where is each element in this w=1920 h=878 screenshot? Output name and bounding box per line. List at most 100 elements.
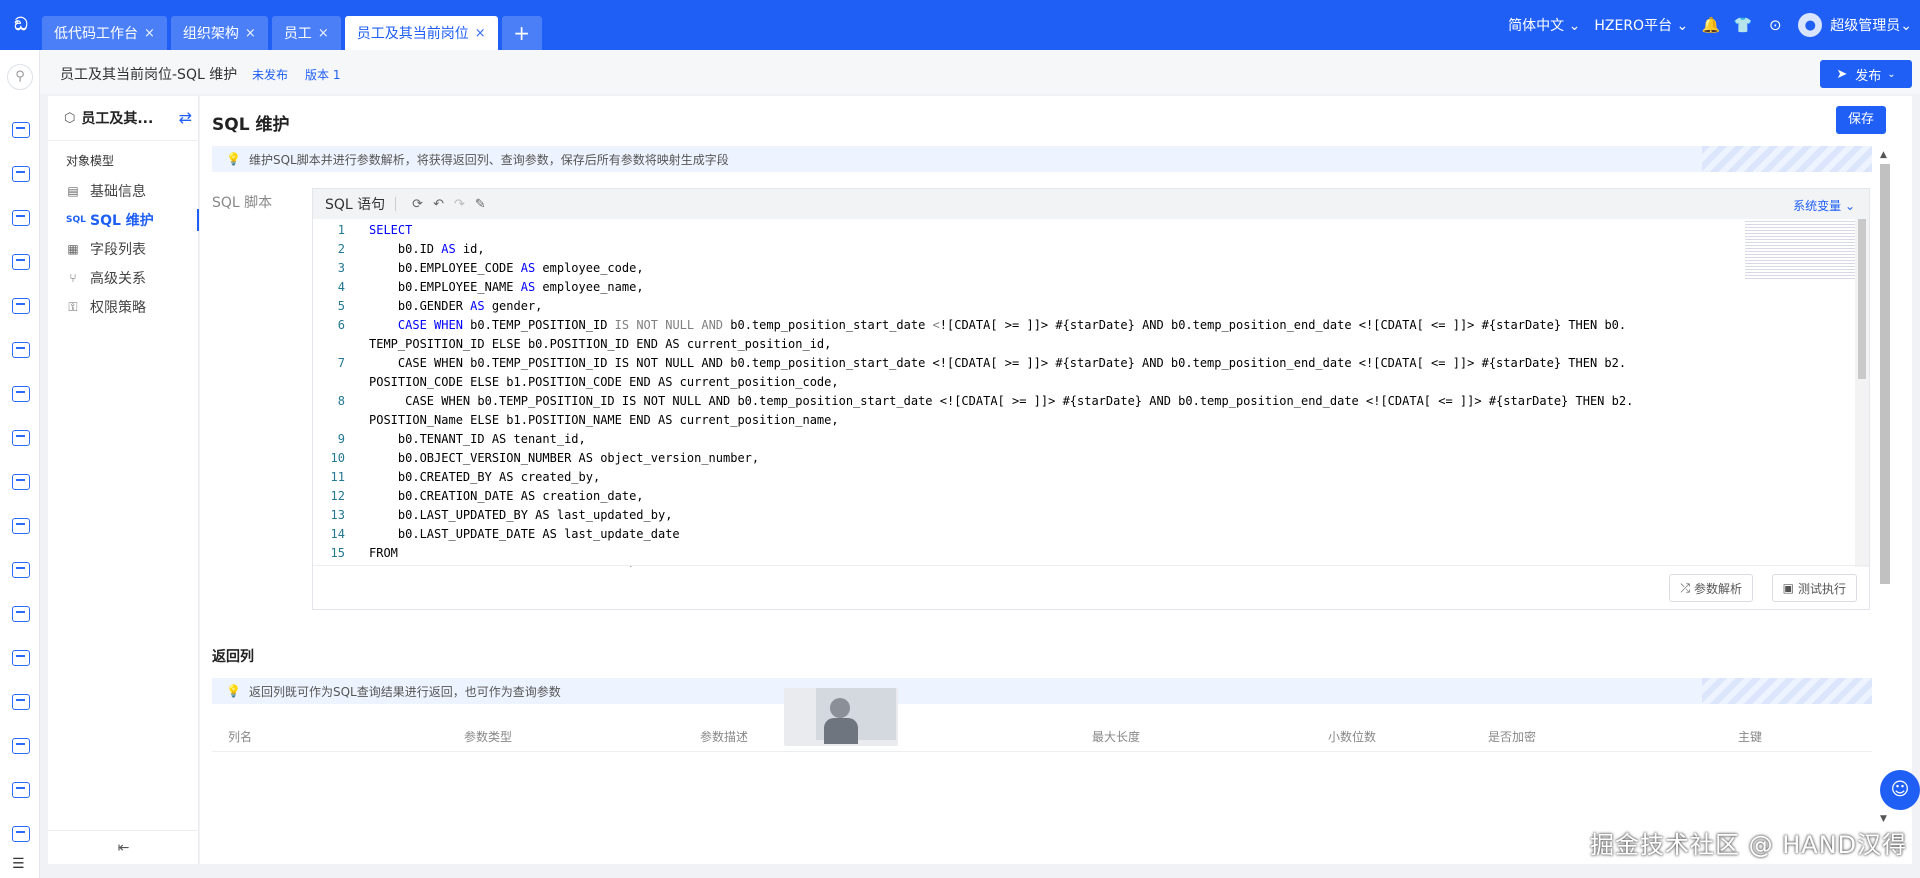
close-icon[interactable]: × — [475, 26, 486, 41]
sidebar-item-relations[interactable]: ⑂ 高级关系 — [66, 267, 199, 289]
menu-export-icon[interactable] — [12, 518, 30, 534]
language-switcher[interactable]: 简体中文 ⌄ — [1508, 15, 1580, 35]
return-columns-title: 返回列 — [212, 649, 254, 665]
close-icon[interactable]: × — [245, 26, 256, 41]
code-text: TEMP_POSITION_ID ELSE b0.POSITION_ID END… — [369, 337, 832, 351]
app-logo-icon[interactable]: ඞ — [8, 12, 34, 38]
menu-monitor-icon[interactable] — [12, 782, 30, 798]
code-text: b0.OBJECT_VERSION_NUMBER AS object_versi… — [369, 451, 760, 465]
code-line[interactable]: 12 b0.CREATION_DATE AS creation_date, — [313, 487, 1857, 506]
sidebar-item-fields[interactable]: ▦ 字段列表 — [66, 238, 199, 260]
section-title: SQL 维护 — [212, 115, 290, 135]
menu-image-icon[interactable] — [12, 694, 30, 710]
code-line[interactable]: 7 CASE WHEN b0.TEMP_POSITION_ID IS NOT N… — [313, 354, 1857, 373]
code-line[interactable]: 2 b0.ID AS id, — [313, 240, 1857, 259]
parse-params-button[interactable]: ⤮ 参数解析 — [1669, 574, 1753, 602]
code-text: CASE WHEN b0.TEMP_POSITION_ID IS NOT NUL… — [369, 394, 1634, 408]
code-line[interactable]: 13 b0.LAST_UPDATED_BY AS last_updated_by… — [313, 506, 1857, 525]
menu-camera-icon[interactable] — [12, 342, 30, 358]
tab-org-structure[interactable]: 组织架构 × — [170, 16, 268, 50]
sidebar-item-basic-info[interactable]: ▤ 基础信息 — [66, 180, 199, 202]
bell-icon[interactable]: 🔔 — [1702, 16, 1721, 34]
play-circle-icon[interactable]: ⊙ — [1766, 16, 1784, 34]
menu-mail-icon[interactable] — [12, 298, 30, 314]
tab-lowcode-workbench[interactable]: 低代码工作台 × — [42, 16, 167, 50]
code-line[interactable]: 15 FROM — [313, 544, 1857, 563]
scroll-down-icon[interactable]: ▼ — [1880, 814, 1887, 824]
menu-model-icon[interactable] — [12, 166, 30, 182]
code-area[interactable]: 1 SELECT 2 b0.ID AS id, 3 b0.EMPLOYEE_CODE … — [313, 219, 1857, 567]
menu-form-icon[interactable] — [12, 430, 30, 446]
format-wand-icon[interactable]: ✎ — [475, 197, 486, 212]
refresh-icon[interactable]: ⟳ — [412, 197, 423, 212]
line-number: 8 — [337, 394, 345, 408]
sidebar-item-permissions[interactable]: ⚿ 权限策略 — [66, 296, 199, 318]
page-scrollbar[interactable]: ▲ ▼ — [1878, 150, 1892, 830]
publish-button[interactable]: ➤ 发布 ⌄ — [1820, 60, 1912, 88]
code-text: b0.EMPLOYEE_CODE AS employee_code, — [369, 261, 644, 275]
close-icon[interactable]: × — [318, 26, 329, 41]
code-line[interactable]: 8 CASE WHEN b0.TEMP_POSITION_ID IS NOT N… — [313, 392, 1857, 411]
code-line[interactable]: 4 b0.EMPLOYEE_NAME AS employee_name, — [313, 278, 1857, 297]
code-line[interactable]: 1 SELECT — [313, 221, 1857, 240]
col-param-type: 参数类型 — [464, 730, 513, 744]
code-text: b0.CREATION_DATE AS creation_date, — [369, 489, 644, 503]
platform-switcher[interactable]: HZERO平台 ⌄ — [1594, 15, 1688, 35]
user-menu[interactable]: 超级管理员⌄ — [1830, 15, 1912, 35]
code-line[interactable]: 10 b0.OBJECT_VERSION_NUMBER AS object_ve… — [313, 449, 1857, 468]
menu-doc-icon[interactable] — [12, 826, 30, 842]
menu-flow-icon[interactable] — [12, 386, 30, 402]
menu-grid-icon[interactable] — [12, 122, 30, 138]
shuffle-icon: ⤮ — [1680, 580, 1690, 595]
scroll-up-icon[interactable]: ▲ — [1880, 150, 1887, 160]
sidebar-item-sql[interactable]: SQL SQL 维护 — [66, 209, 199, 231]
send-icon: ➤ — [1836, 66, 1848, 82]
version-badge[interactable]: 版本 1 — [305, 66, 340, 83]
avatar[interactable]: ● — [1798, 13, 1823, 37]
page-title: 员工及其当前岗位-SQL 维护 — [60, 67, 238, 83]
menu-calendar-icon[interactable] — [12, 210, 30, 226]
code-text: b0.GENDER AS gender, — [369, 299, 543, 313]
code-line[interactable]: POSITION_CODE ELSE b1.POSITION_CODE END … — [313, 373, 1857, 392]
collapse-panel-icon[interactable]: ⇤ — [48, 830, 199, 864]
menu-tree-icon[interactable] — [12, 606, 30, 622]
code-line[interactable]: 11 b0.CREATED_BY AS created_by, — [313, 468, 1857, 487]
cube-icon: ⬡ — [64, 110, 76, 126]
test-run-button[interactable]: ▣ 测试执行 — [1771, 574, 1857, 602]
line-number: 6 — [337, 318, 345, 332]
redo-icon[interactable]: ↷ — [454, 197, 465, 212]
code-text: b0.CREATED_BY AS created_by, — [369, 470, 601, 484]
code-line[interactable]: 14 b0.LAST_UPDATE_DATE AS last_update_da… — [313, 525, 1857, 544]
divider — [48, 140, 199, 141]
watermark: 掘金技术社区 @ HAND汉得 — [1590, 831, 1908, 859]
code-line[interactable]: TEMP_POSITION_ID ELSE b0.POSITION_ID END… — [313, 335, 1857, 354]
code-line[interactable]: 3 b0.EMPLOYEE_CODE AS employee_code, — [313, 259, 1857, 278]
search-icon[interactable]: ⚲ — [7, 64, 33, 90]
chat-assistant-icon[interactable]: ☺ — [1880, 770, 1920, 810]
col-encrypted: 是否加密 — [1488, 730, 1537, 744]
menu-cloud-icon[interactable] — [12, 738, 30, 754]
close-icon[interactable]: × — [144, 26, 155, 41]
code-minimap[interactable] — [1745, 221, 1855, 281]
menu-card-icon[interactable] — [12, 474, 30, 490]
switch-icon[interactable]: ⇄ — [179, 108, 192, 127]
save-button[interactable]: 保存 — [1836, 106, 1886, 134]
add-tab-button[interactable]: + — [501, 16, 542, 50]
shirt-icon[interactable]: 👕 — [1734, 16, 1753, 34]
line-number — [313, 373, 345, 392]
menu-gear-icon[interactable] — [12, 650, 30, 666]
undo-icon[interactable]: ↶ — [433, 197, 444, 212]
code-line[interactable]: 9 b0.TENANT_ID AS tenant_id, — [313, 430, 1857, 449]
system-variables-dropdown[interactable]: 系统变量 ⌄ — [1793, 197, 1855, 214]
tab-employee-position[interactable]: 员工及其当前岗位 × — [344, 16, 498, 50]
line-number: 4 — [337, 280, 345, 294]
menu-table-icon[interactable] — [12, 254, 30, 270]
collapse-menu-icon[interactable]: ☰ — [12, 856, 25, 872]
code-text: POSITION_Name ELSE b1.POSITION_NAME END … — [369, 413, 839, 427]
code-line[interactable]: POSITION_Name ELSE b1.POSITION_NAME END … — [313, 411, 1857, 430]
code-line[interactable]: 6 CASE WHEN b0.TEMP_POSITION_ID IS NOT N… — [313, 316, 1857, 335]
code-line[interactable]: 5 b0.GENDER AS gender, — [313, 297, 1857, 316]
menu-bars-icon[interactable] — [12, 562, 30, 578]
tab-employee[interactable]: 员工 × — [271, 16, 341, 50]
editor-scrollbar[interactable] — [1855, 219, 1869, 567]
